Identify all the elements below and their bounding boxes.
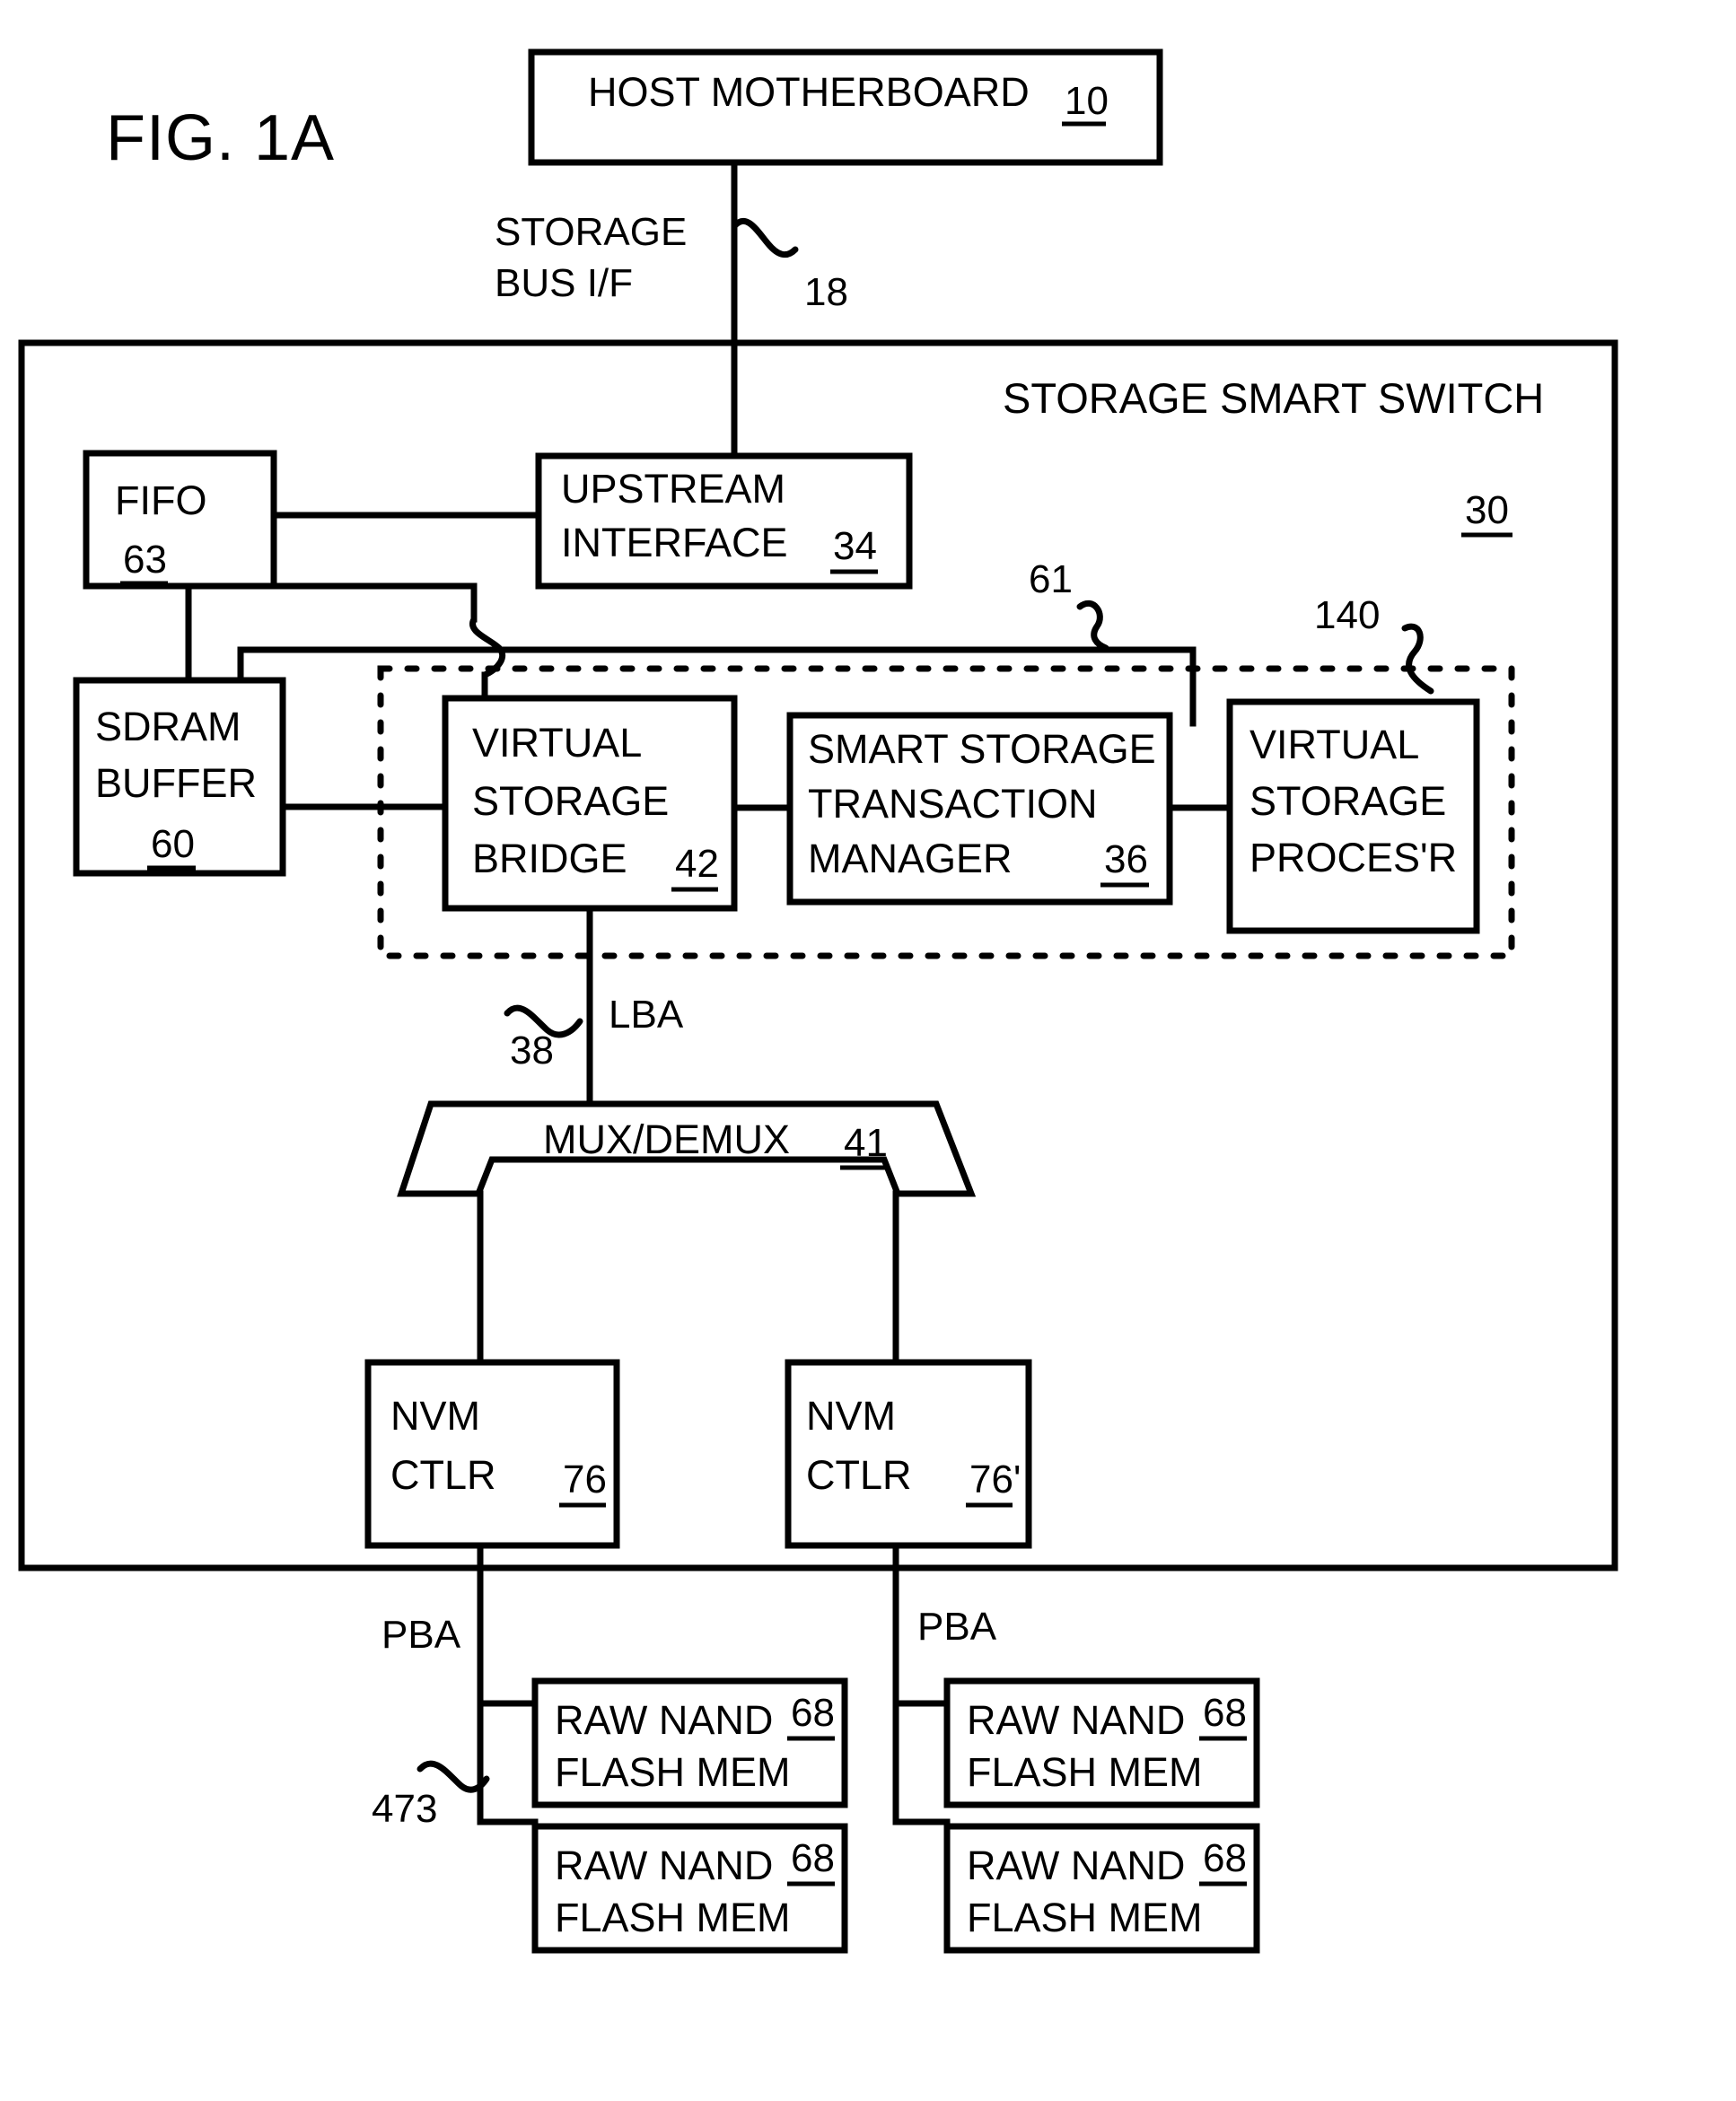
storage-bus-ref: 18: [804, 270, 848, 314]
host-motherboard-title: HOST MOTHERBOARD: [588, 69, 1030, 115]
virtual-storage-bridge-line1: VIRTUAL: [472, 720, 642, 766]
flash-right-top-ref: 68: [1203, 1691, 1247, 1735]
flash-left-top-ref: 68: [791, 1691, 835, 1735]
nvm-ctlr-left-line2: CTLR: [390, 1452, 496, 1498]
leader-squiggle-61: [1076, 600, 1109, 652]
processor-ref-140: 140: [1314, 593, 1380, 637]
smart-storage-transaction-manager-line2: TRANSACTION: [808, 781, 1098, 827]
virtual-storage-processor-line1: VIRTUAL: [1249, 722, 1419, 767]
virtual-storage-processor-line2: STORAGE: [1249, 778, 1446, 824]
figure-label: FIG. 1A: [106, 102, 335, 174]
nvm-ctlr-left-ref: 76: [563, 1458, 607, 1501]
break-squiggle-storage-bus: [731, 217, 799, 258]
virtual-storage-bridge-line2: STORAGE: [472, 778, 669, 824]
flash-left-top-line1: RAW NAND: [555, 1697, 773, 1743]
nvm-ctlr-right-line2: CTLR: [806, 1452, 912, 1498]
flash-right-bottom-ref: 68: [1203, 1836, 1247, 1880]
upstream-interface-line1: UPSTREAM: [561, 466, 785, 512]
flash-right-bottom-line2: FLASH MEM: [967, 1895, 1203, 1940]
flash-left-bottom-line2: FLASH MEM: [555, 1895, 791, 1940]
mux-demux-title: MUX/DEMUX: [543, 1116, 790, 1162]
sdram-buffer-line2: BUFFER: [95, 760, 257, 806]
lba-label: LBA: [609, 993, 684, 1037]
storage-bus-if-line1: STORAGE: [495, 210, 687, 254]
diagram-canvas: HOST MOTHERBOARD 10 STORAGE BUS I/F 18 S…: [18, 48, 1618, 1954]
wire-fifo-to-bridge-a: [270, 582, 478, 623]
smart-storage-transaction-manager-ref: 36: [1104, 837, 1148, 881]
fifo-title: FIFO: [115, 477, 206, 523]
smart-storage-transaction-manager-line3: MANAGER: [808, 836, 1013, 881]
enclosure-ref: 30: [1465, 488, 1509, 532]
flash-left-bottom-line1: RAW NAND: [555, 1843, 773, 1888]
virtual-storage-bridge-line3: BRIDGE: [472, 836, 627, 881]
pba-label-right: PBA: [917, 1605, 997, 1649]
nvm-ctlr-right-line1: NVM: [806, 1393, 896, 1439]
bus-61-ref: 61: [1029, 557, 1073, 601]
sdram-buffer-line1: SDRAM: [95, 704, 241, 749]
virtual-storage-processor-line3: PROCES'R: [1249, 835, 1457, 880]
storage-bus-if-line2: BUS I/F: [495, 261, 633, 305]
flash-left-top-line2: FLASH MEM: [555, 1749, 791, 1795]
flash-right-top-line2: FLASH MEM: [967, 1749, 1203, 1795]
lba-ref: 38: [510, 1029, 554, 1072]
patent-figure-1a: HOST MOTHERBOARD 10 STORAGE BUS I/F 18 S…: [0, 0, 1736, 2101]
nvm-ctlr-right-ref: 76': [969, 1458, 1021, 1501]
sdram-buffer-ref: 60: [151, 822, 195, 866]
enclosure-title: STORAGE SMART SWITCH: [1003, 374, 1544, 422]
mux-demux-ref: 41: [844, 1121, 888, 1165]
upstream-interface-line2: INTERFACE: [561, 520, 788, 565]
pba-label-left: PBA: [381, 1613, 461, 1657]
break-squiggle-pba: [416, 1760, 490, 1793]
smart-storage-transaction-manager-line1: SMART STORAGE: [808, 726, 1156, 772]
leader-squiggle-140: [1401, 623, 1434, 695]
pba-ref-473: 473: [372, 1787, 437, 1831]
fifo-ref: 63: [123, 538, 167, 582]
flash-right-bottom-line1: RAW NAND: [967, 1843, 1185, 1888]
upstream-interface-ref: 34: [833, 524, 877, 568]
nvm-ctlr-left-line1: NVM: [390, 1393, 480, 1439]
flash-right-top-line1: RAW NAND: [967, 1697, 1185, 1743]
host-motherboard-ref: 10: [1065, 79, 1109, 123]
virtual-storage-bridge-ref: 42: [675, 842, 719, 886]
flash-left-bottom-ref: 68: [791, 1836, 835, 1880]
